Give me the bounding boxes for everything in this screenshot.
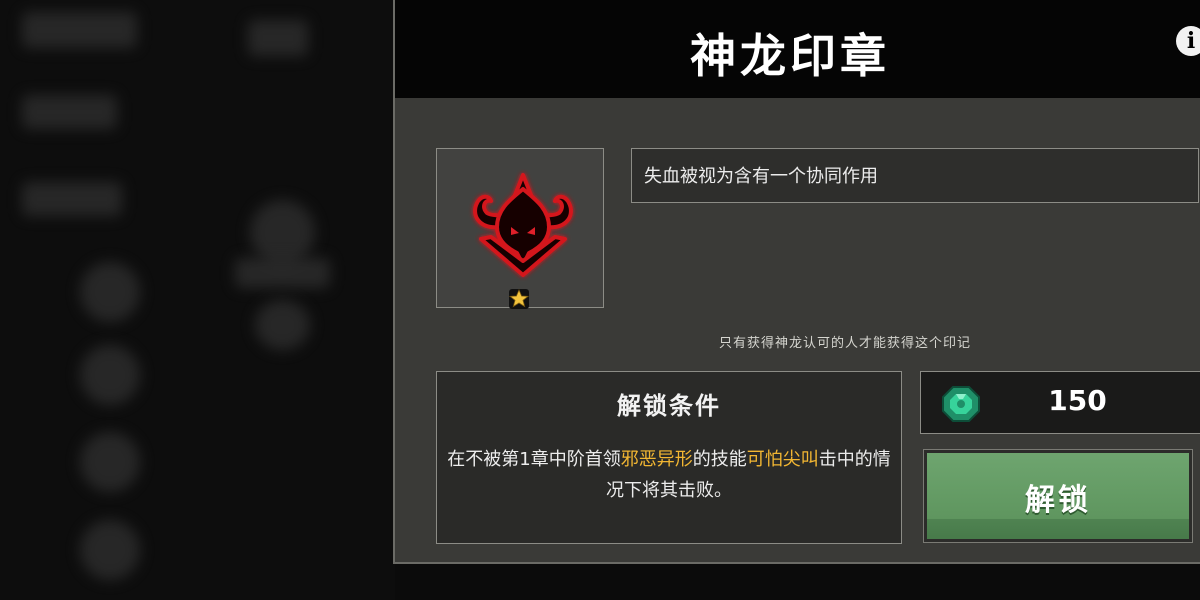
seal-flavor-text: 只有获得神龙认可的人才能获得这个印记 [718,336,971,351]
emerald-gem-icon [942,386,980,422]
blurred-label [22,95,117,129]
star-badge-icon [508,288,530,309]
background-game-ui [0,0,395,600]
blurred-icon [80,432,140,492]
demon-sigil-icon [473,173,573,277]
info-icon[interactable]: i [1176,26,1200,56]
unlock-button-label: 解锁 [1025,483,1091,518]
cost-value: 150 [1048,384,1107,417]
seal-effect-description: 失血被视为含有一个协同作用 [631,148,1199,203]
seal-detail-dialog: 神龙印章 i 失血被视为含有一个协同作用 只有获得神龙认可的人才能获得这个印记 … [393,0,1200,564]
boss-name: 邪恶异形 [620,449,693,470]
button-shade [927,519,1189,539]
unlock-button[interactable]: 解锁 [924,450,1192,542]
dialog-title: 神龙印章 [690,29,890,83]
condition-text-part: 在不被第1章中阶首领 [447,449,621,470]
blurred-icon [250,200,315,265]
blurred-icon [80,262,140,322]
blurred-label [22,182,122,216]
condition-text-part: 的技能 [692,449,747,470]
blurred-icon [80,345,140,405]
dialog-header: 神龙印章 i [395,0,1200,98]
seal-icon-frame [436,148,604,309]
unlock-condition-title: 解锁条件 [617,392,721,420]
unlock-condition-panel: 解锁条件 在不被第1章中阶首领邪恶异形的技能可怕尖叫击中的情况下将其击败。 [436,371,902,544]
blurred-label [22,12,137,48]
skill-name: 可怕尖叫 [746,449,819,470]
unlock-cost-display: 150 [920,371,1200,434]
info-glyph: i [1186,28,1196,54]
blurred-icon [255,300,310,350]
unlock-condition-text: 在不被第1章中阶首领邪恶异形的技能可怕尖叫击中的情况下将其击败。 [443,444,895,506]
blurred-label [248,20,308,56]
blurred-icon [80,520,140,580]
blurred-label [235,258,330,288]
